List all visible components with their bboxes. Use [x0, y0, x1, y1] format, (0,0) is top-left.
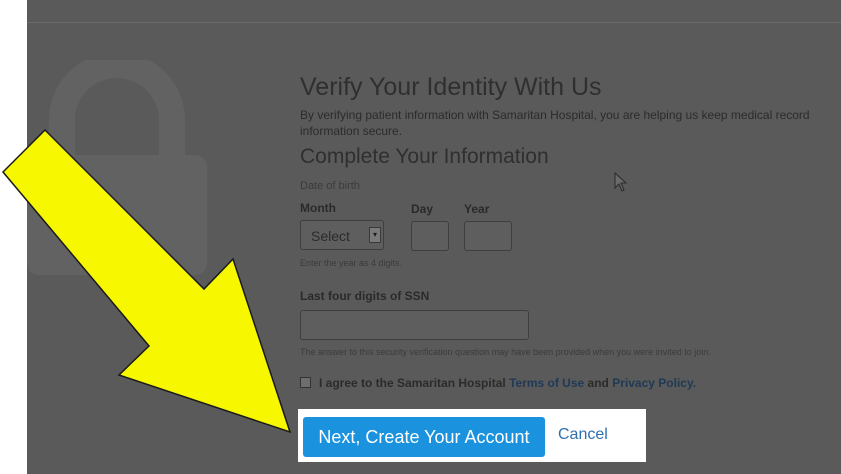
month-select-value: Select: [311, 228, 350, 244]
mouse-cursor-icon: [614, 172, 628, 192]
next-create-account-button[interactable]: Next, Create Your Account: [303, 417, 545, 457]
terms-of-use-link[interactable]: Terms of Use: [509, 376, 584, 390]
year-hint: Enter the year as 4 digits.: [300, 258, 403, 268]
privacy-policy-link[interactable]: Privacy Policy.: [612, 376, 696, 390]
agree-checkbox[interactable]: [300, 377, 311, 388]
verify-description: By verifying patient information with Sa…: [300, 108, 810, 138]
cancel-link[interactable]: Cancel: [558, 426, 608, 444]
select-caret-icon[interactable]: ▾: [369, 227, 381, 243]
complete-information-heading: Complete Your Information: [300, 145, 549, 168]
form-actions: Next, Create Your Account Cancel: [298, 409, 646, 462]
year-label: Year: [464, 202, 490, 216]
agreement-text: I agree to the Samaritan Hospital Terms …: [319, 376, 696, 390]
dob-label: Date of birth: [300, 180, 360, 192]
verify-identity-heading: Verify Your Identity With Us: [300, 73, 602, 101]
agreement-prefix: I agree to the Samaritan Hospital: [319, 376, 506, 390]
ssn-label: Last four digits of SSN: [300, 289, 430, 303]
ssn-input[interactable]: [300, 310, 529, 340]
agreement-and: and: [587, 376, 609, 390]
lock-icon: [27, 60, 207, 275]
header-divider: [27, 22, 841, 23]
dimmed-page: Verify Your Identity With Us By verifyin…: [27, 0, 841, 474]
month-select[interactable]: Select ▾: [300, 220, 384, 250]
day-label: Day: [411, 202, 434, 216]
day-input[interactable]: [411, 221, 449, 251]
year-input[interactable]: [464, 221, 512, 251]
ssn-hint: The answer to this security verification…: [300, 347, 711, 357]
month-label: Month: [300, 201, 336, 215]
